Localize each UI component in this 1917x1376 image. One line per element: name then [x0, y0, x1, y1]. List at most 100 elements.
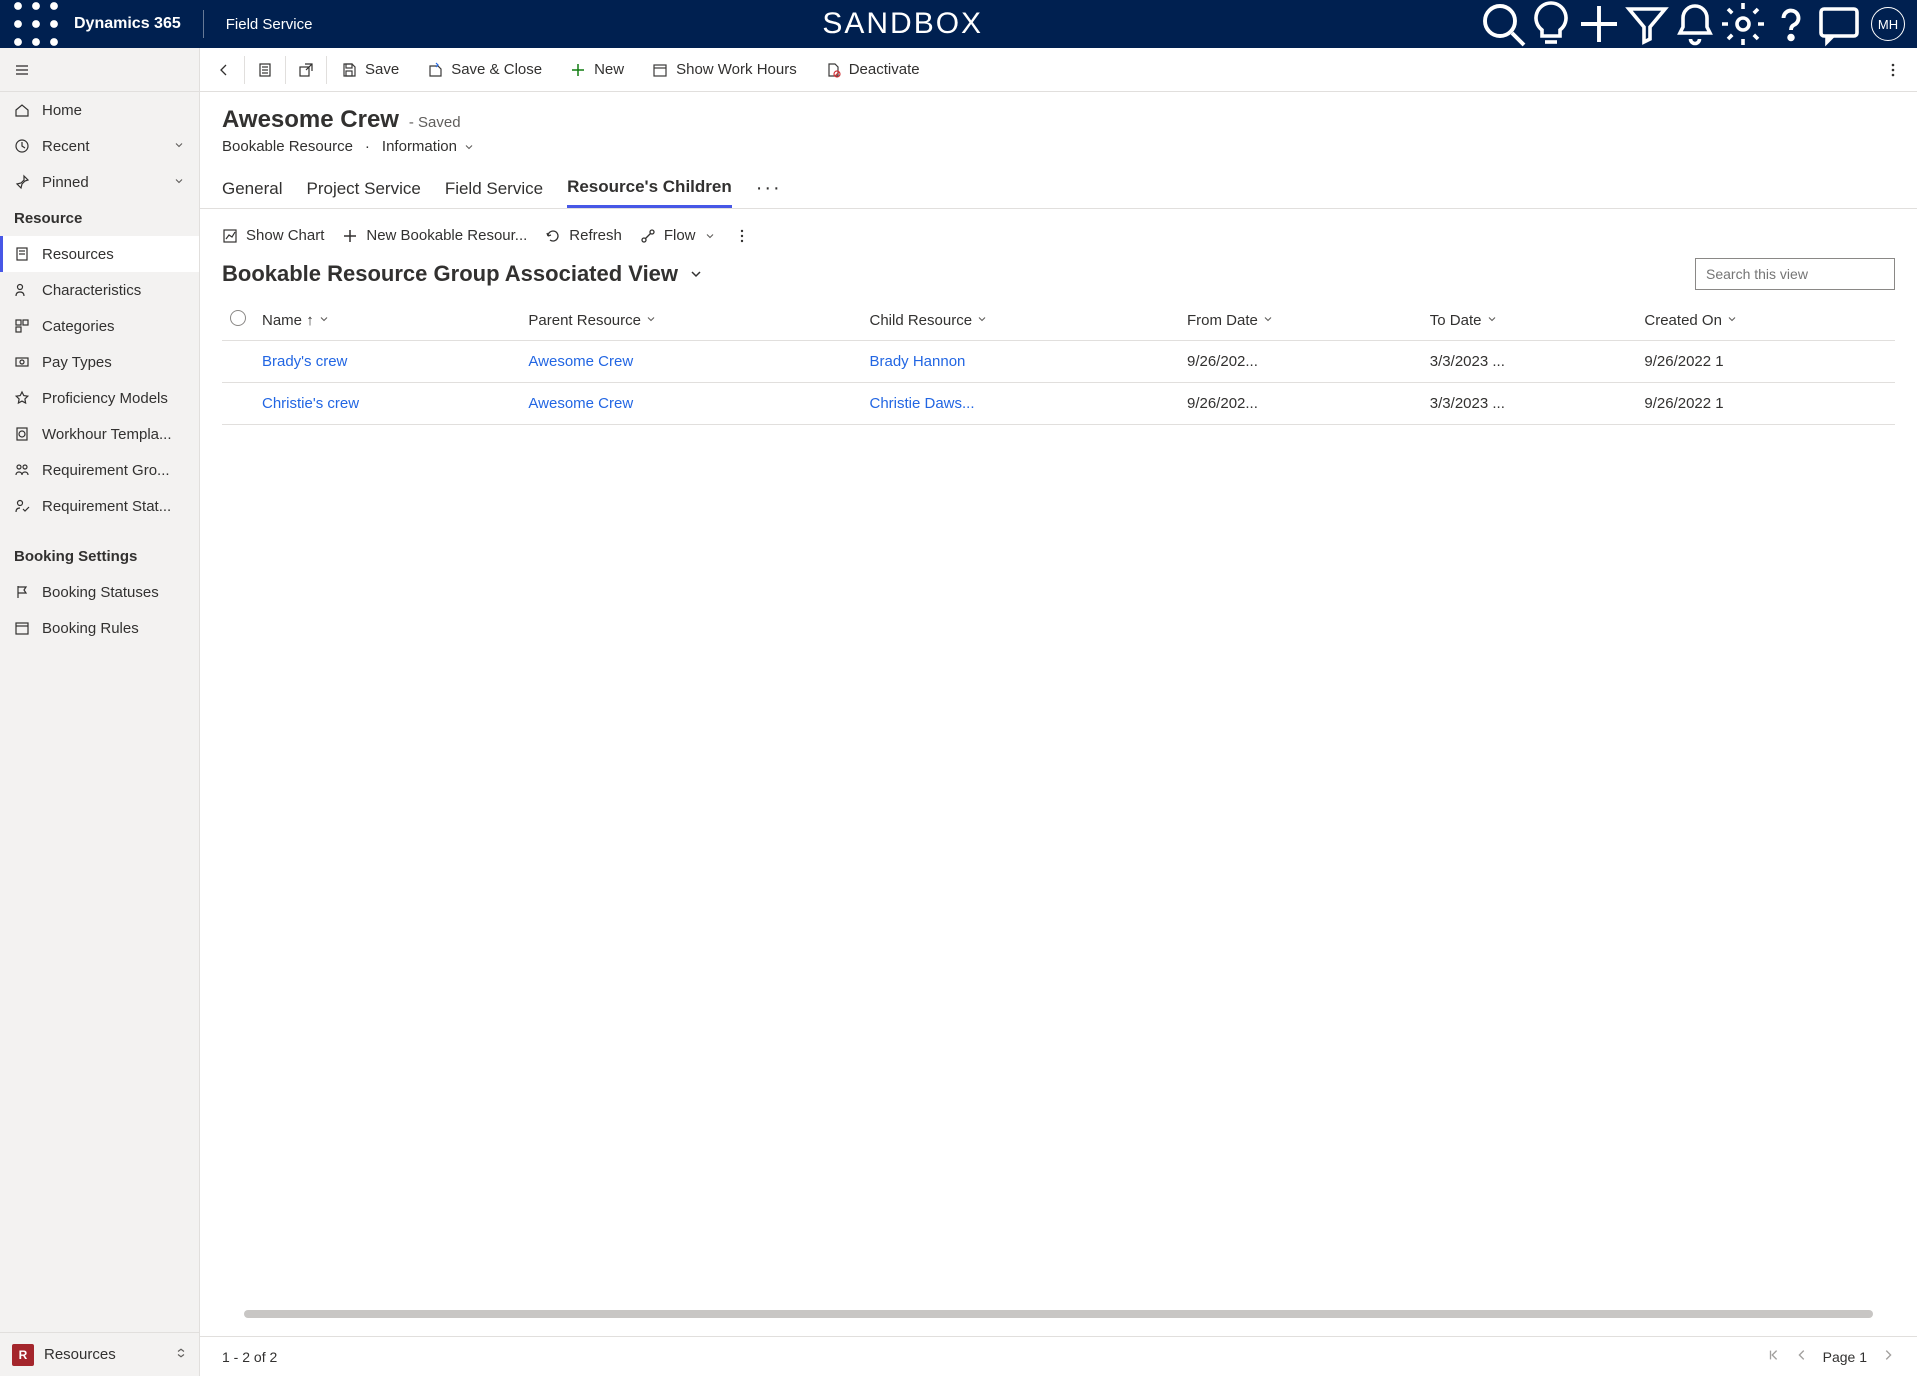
select-all[interactable]	[222, 300, 254, 341]
nav-characteristics[interactable]: Characteristics	[0, 272, 199, 308]
table-row[interactable]: Christie's crewAwesome CrewChristie Daws…	[222, 383, 1895, 425]
show-chart-button[interactable]: Show Chart	[222, 227, 324, 244]
flow-button[interactable]: Flow	[640, 227, 716, 244]
col-name[interactable]: Name ↑	[254, 300, 520, 341]
filter-icon[interactable]	[1623, 0, 1671, 48]
save-close-button[interactable]: Save & Close	[413, 48, 556, 92]
nav-item-label: Characteristics	[42, 282, 141, 299]
pin-icon	[14, 174, 30, 190]
settings-icon[interactable]	[1719, 0, 1767, 48]
subgrid-command-bar: Show Chart New Bookable Resour... Refres…	[222, 227, 1895, 244]
work-hours-button[interactable]: Show Work Hours	[638, 48, 811, 92]
tab-field-service[interactable]: Field Service	[445, 171, 543, 207]
environment-label: SANDBOX	[326, 7, 1479, 41]
area-switcher[interactable]: R Resources	[0, 1332, 199, 1376]
refresh-button[interactable]: Refresh	[545, 227, 622, 244]
subgrid-more-button[interactable]	[734, 228, 750, 244]
prev-page-button[interactable]	[1795, 1348, 1809, 1365]
col-from[interactable]: From Date	[1179, 300, 1422, 341]
module-label[interactable]: Field Service	[212, 16, 327, 33]
search-input[interactable]	[1704, 265, 1889, 283]
tab-resource-children[interactable]: Resource's Children	[567, 169, 732, 208]
nav-booking-statuses[interactable]: Booking Statuses	[0, 574, 199, 610]
area-chevron-icon	[175, 1345, 187, 1365]
clock-icon	[14, 138, 30, 154]
cell-parent[interactable]: Awesome Crew	[520, 383, 861, 425]
notification-icon[interactable]	[1671, 0, 1719, 48]
deactivate-label: Deactivate	[849, 61, 920, 78]
col-label: To Date	[1430, 312, 1482, 329]
add-icon[interactable]	[1575, 0, 1623, 48]
col-label: Created On	[1644, 312, 1722, 329]
new-label: New	[594, 61, 624, 78]
chevron-down-icon	[704, 230, 716, 242]
work-hours-label: Show Work Hours	[676, 61, 797, 78]
nav-recent-label: Recent	[42, 138, 90, 155]
view-selector[interactable]: Bookable Resource Group Associated View	[222, 261, 704, 287]
user-avatar[interactable]: MH	[1871, 7, 1905, 41]
col-label: From Date	[1187, 312, 1258, 329]
table-row[interactable]: Brady's crewAwesome CrewBrady Hannon9/26…	[222, 341, 1895, 383]
deactivate-button[interactable]: Deactivate	[811, 48, 934, 92]
nav-pinned[interactable]: Pinned	[0, 164, 199, 200]
cell-name[interactable]: Christie's crew	[254, 383, 520, 425]
brand-label[interactable]: Dynamics 365	[60, 15, 195, 33]
col-created[interactable]: Created On	[1636, 300, 1895, 341]
assistant-icon[interactable]	[1815, 0, 1863, 48]
col-parent[interactable]: Parent Resource	[520, 300, 861, 341]
cell-child[interactable]: Christie Daws...	[862, 383, 1179, 425]
horizontal-scrollbar[interactable]	[244, 1310, 1873, 1318]
nav-group-booking: Booking Settings	[0, 538, 199, 574]
nav-reqgroups[interactable]: Requirement Gro...	[0, 452, 199, 488]
lightbulb-icon[interactable]	[1527, 0, 1575, 48]
row-selector[interactable]	[222, 383, 254, 425]
nav-item-label: Pay Types	[42, 354, 112, 371]
first-page-button[interactable]	[1767, 1348, 1781, 1365]
more-commands-button[interactable]	[1873, 48, 1913, 92]
nav-paytypes[interactable]: Pay Types	[0, 344, 199, 380]
next-page-button[interactable]	[1881, 1348, 1895, 1365]
chevron-down-icon	[645, 313, 657, 325]
record-title: Awesome Crew	[222, 106, 399, 133]
nav-categories[interactable]: Categories	[0, 308, 199, 344]
cell-child[interactable]: Brady Hannon	[862, 341, 1179, 383]
search-icon[interactable]	[1479, 0, 1527, 48]
col-to[interactable]: To Date	[1422, 300, 1637, 341]
cell-parent[interactable]: Awesome Crew	[520, 341, 861, 383]
sidebar-toggle[interactable]	[0, 48, 199, 92]
app-launcher-icon[interactable]	[12, 0, 60, 48]
chevron-down-icon	[688, 266, 704, 282]
nav-home[interactable]: Home	[0, 92, 199, 128]
save-button[interactable]: Save	[327, 48, 413, 92]
back-button[interactable]	[204, 48, 244, 92]
nav-reqstatus[interactable]: Requirement Stat...	[0, 488, 199, 524]
nav-workhour[interactable]: Workhour Templa...	[0, 416, 199, 452]
command-bar: Save Save & Close New Show Work Hours De…	[200, 48, 1917, 92]
template-icon	[14, 426, 30, 442]
nav-item-label: Requirement Gro...	[42, 462, 170, 479]
open-record-set-button[interactable]	[245, 48, 285, 92]
home-icon	[14, 102, 30, 118]
nav-pinned-label: Pinned	[42, 174, 89, 191]
chevron-down-icon	[976, 313, 988, 325]
view-search[interactable]	[1695, 258, 1895, 290]
popout-button[interactable]	[286, 48, 326, 92]
chevron-down-icon	[1726, 313, 1738, 325]
nav-recent[interactable]: Recent	[0, 128, 199, 164]
help-icon[interactable]	[1767, 0, 1815, 48]
tab-project-service[interactable]: Project Service	[306, 171, 420, 207]
new-button[interactable]: New	[556, 48, 638, 92]
plus-icon	[342, 228, 358, 244]
tab-general[interactable]: General	[222, 171, 282, 207]
pay-icon	[14, 354, 30, 370]
col-child[interactable]: Child Resource	[862, 300, 1179, 341]
nav-booking-rules[interactable]: Booking Rules	[0, 610, 199, 646]
cell-name[interactable]: Brady's crew	[254, 341, 520, 383]
new-record-button[interactable]: New Bookable Resour...	[342, 227, 527, 244]
nav-proficiency[interactable]: Proficiency Models	[0, 380, 199, 416]
row-selector[interactable]	[222, 341, 254, 383]
form-selector[interactable]: Information	[382, 138, 475, 155]
tab-overflow-button[interactable]: ···	[756, 177, 782, 200]
record-count: 1 - 2 of 2	[222, 1349, 277, 1365]
nav-resources[interactable]: Resources	[0, 236, 199, 272]
